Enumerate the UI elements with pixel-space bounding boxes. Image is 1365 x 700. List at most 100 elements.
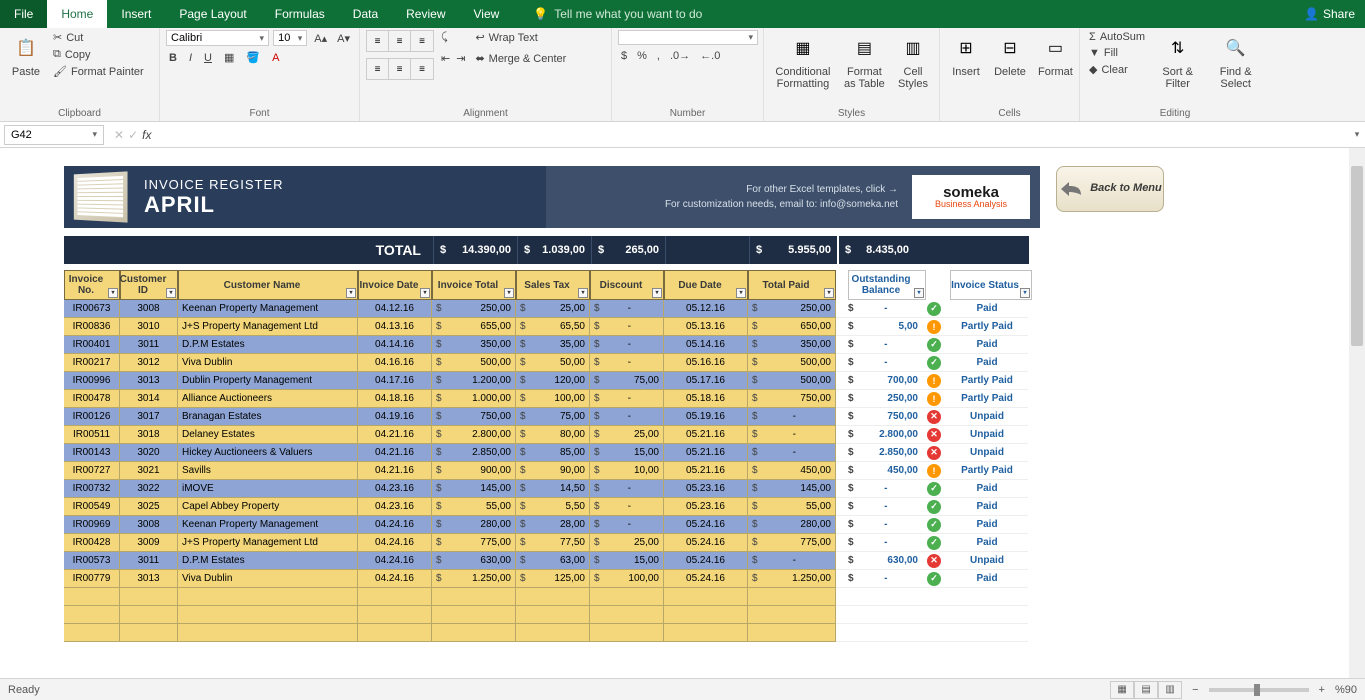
cell-invoice-total[interactable]: $250,00 [432,300,516,318]
cut-button[interactable]: ✂Cut [50,30,147,45]
tab-data[interactable]: Data [339,0,392,28]
cell-invoice-no[interactable]: IR00673 [64,300,120,318]
format-painter-button[interactable]: 🖌Format Painter [50,64,147,79]
cell-customer-id[interactable]: 3018 [120,426,178,444]
cell-due-date[interactable]: 05.18.16 [664,390,748,408]
zoom-out-button[interactable]: − [1192,684,1198,696]
col-invoice-no[interactable]: Invoice No.▾ [64,270,120,300]
cell-invoice-total[interactable]: $750,00 [432,408,516,426]
cell-total-paid[interactable]: $650,00 [748,318,836,336]
table-row[interactable]: IR009693008Keenan Property Management04.… [64,516,1365,534]
col-invoice-total[interactable]: Invoice Total▾ [432,270,516,300]
cell-invoice-no[interactable]: IR00217 [64,354,120,372]
cell-sales-tax[interactable]: $65,50 [516,318,590,336]
cell-customer-id[interactable]: 3013 [120,570,178,588]
increase-indent-button[interactable]: ⇥ [453,51,468,66]
cell-customer-name[interactable]: Delaney Estates [178,426,358,444]
filter-icon[interactable]: ▾ [1020,288,1030,298]
cell-sales-tax[interactable]: $25,00 [516,300,590,318]
cell-invoice-date[interactable]: 04.21.16 [358,426,432,444]
cell-customer-id[interactable]: 3009 [120,534,178,552]
cell-sales-tax[interactable]: $28,00 [516,516,590,534]
cell-invoice-no[interactable]: IR00401 [64,336,120,354]
cell-customer-name[interactable]: iMOVE [178,480,358,498]
cell-customer-id[interactable]: 3008 [120,516,178,534]
cell-discount[interactable]: $25,00 [590,426,664,444]
cell-customer-name[interactable]: J+S Property Management Ltd [178,318,358,336]
col-sales-tax[interactable]: Sales Tax▾ [516,270,590,300]
cell-due-date[interactable]: 05.21.16 [664,462,748,480]
cell-due-date[interactable]: 05.14.16 [664,336,748,354]
cell-invoice-total[interactable]: $1.000,00 [432,390,516,408]
tab-view[interactable]: View [460,0,514,28]
cell-invoice-total[interactable]: $500,00 [432,354,516,372]
cell-customer-name[interactable]: Alliance Auctioneers [178,390,358,408]
cell-invoice-status[interactable]: Partly Paid [946,318,1028,336]
orientation-button[interactable]: ⤹ [438,30,468,45]
cell-total-paid[interactable]: $- [748,552,836,570]
cell-outstanding-balance[interactable]: $- [844,570,922,588]
cell-customer-name[interactable]: Hickey Auctioneers & Valuers [178,444,358,462]
cell-customer-id[interactable]: 3022 [120,480,178,498]
table-row[interactable]: IR005113018Delaney Estates04.21.16$2.800… [64,426,1365,444]
cell-total-paid[interactable]: $350,00 [748,336,836,354]
cell-sales-tax[interactable]: $120,00 [516,372,590,390]
table-row[interactable]: IR004283009J+S Property Management Ltd04… [64,534,1365,552]
cell-outstanding-balance[interactable]: $- [844,498,922,516]
cell-invoice-status[interactable]: Unpaid [946,552,1028,570]
cell-invoice-no[interactable]: IR00779 [64,570,120,588]
cell-discount[interactable]: $15,00 [590,444,664,462]
cell-outstanding-balance[interactable]: $- [844,336,922,354]
table-row-empty[interactable] [64,606,1365,624]
cell-customer-name[interactable]: Dublin Property Management [178,372,358,390]
cell-due-date[interactable]: 05.17.16 [664,372,748,390]
cell-customer-name[interactable]: J+S Property Management Ltd [178,534,358,552]
cell-total-paid[interactable]: $250,00 [748,300,836,318]
cell-due-date[interactable]: 05.23.16 [664,498,748,516]
cell-outstanding-balance[interactable]: $750,00 [844,408,922,426]
cell-customer-name[interactable]: D.P.M Estates [178,552,358,570]
filter-icon[interactable]: ▾ [824,288,834,298]
cell-invoice-total[interactable]: $2.850,00 [432,444,516,462]
name-box[interactable]: G42▾ [4,125,104,145]
sort-filter-button[interactable]: ⇅Sort & Filter [1152,30,1203,92]
table-row[interactable]: IR007793013Viva Dublin04.24.16$1.250,00$… [64,570,1365,588]
increase-font-button[interactable]: A▴ [311,30,330,46]
vertical-scrollbar[interactable] [1349,148,1365,678]
cell-due-date[interactable]: 05.21.16 [664,444,748,462]
cell-due-date[interactable]: 05.24.16 [664,516,748,534]
cell-due-date[interactable]: 05.16.16 [664,354,748,372]
tab-insert[interactable]: Insert [107,0,165,28]
normal-view-button[interactable]: ▦ [1110,681,1134,699]
cell-invoice-date[interactable]: 04.12.16 [358,300,432,318]
cell-outstanding-balance[interactable]: $250,00 [844,390,922,408]
cell-invoice-date[interactable]: 04.19.16 [358,408,432,426]
cell-invoice-total[interactable]: $655,00 [432,318,516,336]
cell-invoice-date[interactable]: 04.24.16 [358,570,432,588]
tell-me[interactable]: 💡 Tell me what you want to do [533,7,702,21]
cell-due-date[interactable]: 05.13.16 [664,318,748,336]
align-bottom-button[interactable]: ≡ [411,31,433,51]
col-customer-id[interactable]: Customer ID▾ [120,270,178,300]
format-button[interactable]: ▭Format [1034,30,1077,80]
filter-icon[interactable]: ▾ [652,288,662,298]
cell-customer-name[interactable]: Viva Dublin [178,570,358,588]
cell-invoice-status[interactable]: Unpaid [946,408,1028,426]
expand-formula-icon[interactable]: ▾ [1349,129,1365,140]
page-layout-view-button[interactable]: ▤ [1134,681,1158,699]
cell-invoice-status[interactable]: Paid [946,498,1028,516]
cell-total-paid[interactable]: $- [748,444,836,462]
cell-due-date[interactable]: 05.24.16 [664,570,748,588]
cell-invoice-total[interactable]: $630,00 [432,552,516,570]
cell-sales-tax[interactable]: $77,50 [516,534,590,552]
cell-outstanding-balance[interactable]: $- [844,480,922,498]
currency-button[interactable]: $ [618,49,630,63]
cell-customer-id[interactable]: 3012 [120,354,178,372]
align-center-button[interactable]: ≡ [389,59,411,79]
cell-total-paid[interactable]: $500,00 [748,372,836,390]
bold-button[interactable]: B [166,50,180,65]
cell-invoice-no[interactable]: IR00732 [64,480,120,498]
formula-input[interactable] [157,125,1349,145]
cell-discount[interactable]: $100,00 [590,570,664,588]
cell-styles-button[interactable]: ▥Cell Styles [893,30,933,92]
